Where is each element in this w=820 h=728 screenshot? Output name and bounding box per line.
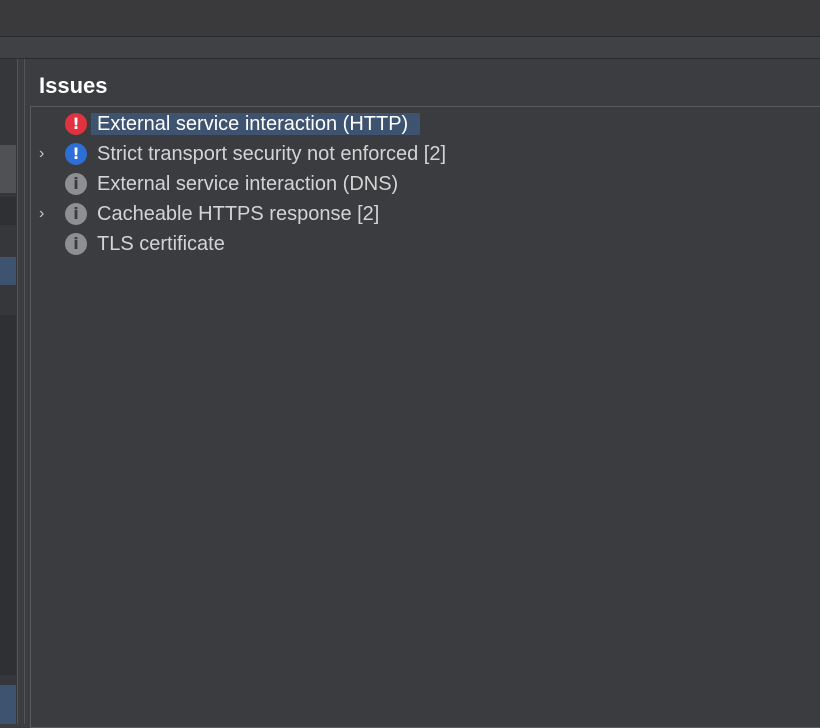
tab-bar	[0, 37, 820, 59]
issues-panel: Issues ! External service interaction (H…	[24, 59, 820, 728]
exclamation-icon: !	[65, 143, 87, 165]
issue-label: Cacheable HTTPS response [2]	[97, 203, 380, 225]
chevron-right-icon[interactable]: ›	[39, 145, 53, 163]
left-panel-row[interactable]	[0, 197, 16, 225]
left-panel-list[interactable]	[0, 315, 16, 675]
issue-row[interactable]: › ! Strict transport security not enforc…	[31, 139, 811, 169]
issue-label: External service interaction (DNS)	[97, 173, 399, 195]
issue-label: Strict transport security not enforced […	[97, 143, 447, 165]
info-icon: i	[65, 203, 87, 225]
left-panel-footer[interactable]	[0, 685, 16, 724]
issues-tree[interactable]: ! External service interaction (HTTP) › …	[30, 106, 820, 728]
issue-row[interactable]: ! External service interaction (HTTP)	[31, 109, 811, 139]
exclamation-icon: !	[65, 113, 87, 135]
issue-row[interactable]: › i Cacheable HTTPS response [2]	[31, 199, 811, 229]
chevron-right-icon[interactable]: ›	[39, 205, 53, 223]
left-panel-header	[0, 145, 16, 193]
issue-row[interactable]: i TLS certificate	[31, 229, 811, 259]
info-icon: i	[65, 233, 87, 255]
left-panel	[0, 59, 18, 724]
window-toolbar	[0, 0, 820, 37]
issue-label: TLS certificate	[97, 233, 225, 255]
issue-label: External service interaction (HTTP)	[91, 113, 421, 135]
issue-row[interactable]: i External service interaction (DNS)	[31, 169, 811, 199]
left-panel-row-selected[interactable]	[0, 257, 16, 285]
info-icon: i	[65, 173, 87, 195]
issues-title: Issues	[39, 73, 108, 98]
